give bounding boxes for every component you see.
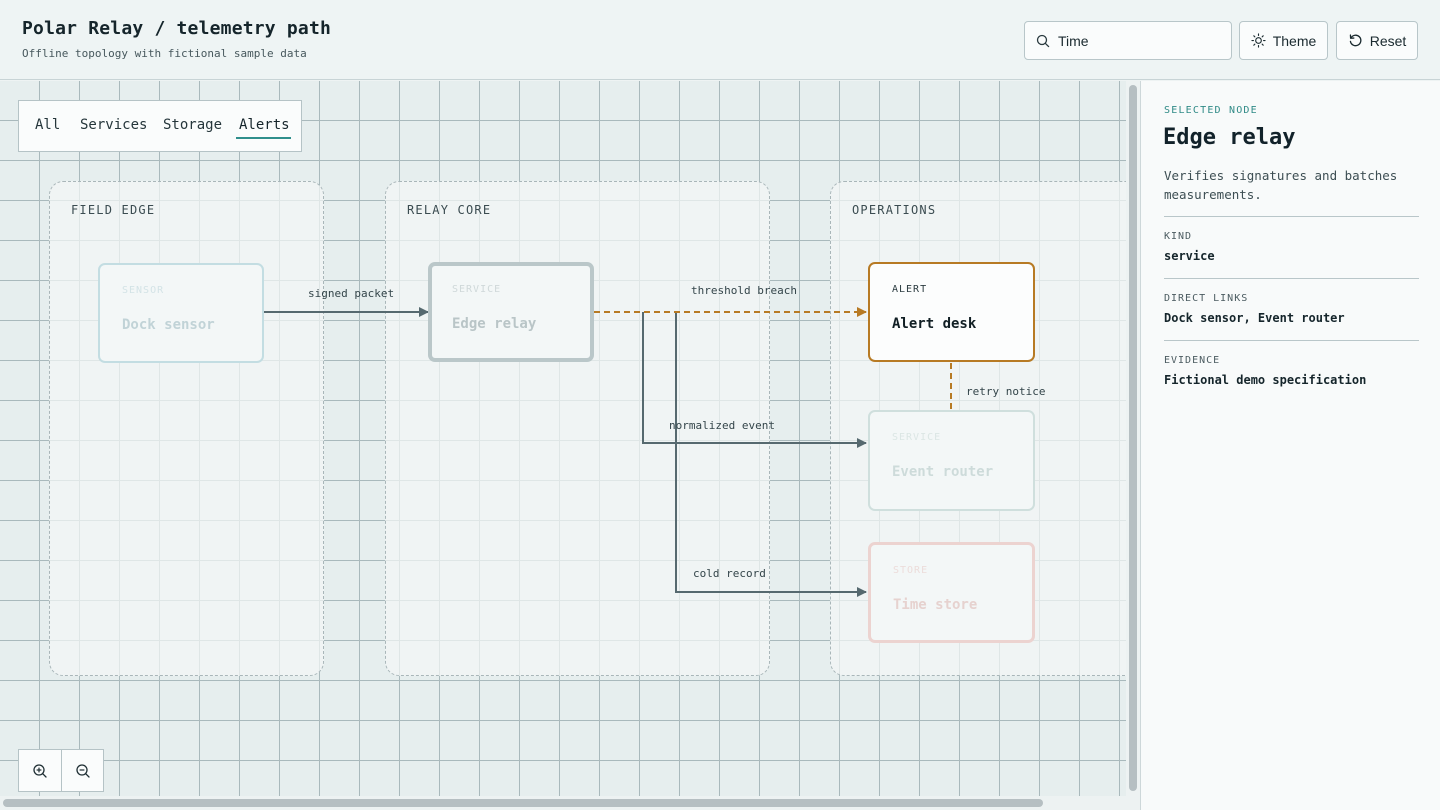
vertical-scrollbar[interactable] xyxy=(1129,85,1137,791)
node-kind: SERVICE xyxy=(892,432,942,443)
theme-button[interactable]: Theme xyxy=(1239,21,1328,60)
kind-value: service xyxy=(1164,249,1215,263)
zoom-in-button[interactable] xyxy=(19,750,61,791)
node-edge-relay[interactable]: SERVICE Edge relay xyxy=(428,262,594,362)
node-kind: SENSOR xyxy=(122,285,165,296)
reset-button[interactable]: Reset xyxy=(1336,21,1418,60)
zoom-controls xyxy=(18,749,104,792)
node-name: Time store xyxy=(893,597,978,613)
node-name: Alert desk xyxy=(892,316,977,332)
node-kind: SERVICE xyxy=(452,284,502,295)
reset-button-label: Reset xyxy=(1369,32,1407,49)
evidence-label: EVIDENCE xyxy=(1164,355,1221,366)
node-name: Event router xyxy=(892,464,994,480)
active-tab-indicator xyxy=(236,137,291,139)
inspector-panel: SELECTED NODE Edge relay Verifies signat… xyxy=(1140,81,1440,810)
inspector-description: Verifies signatures and batches measurem… xyxy=(1164,168,1398,202)
links-label: DIRECT LINKS xyxy=(1164,293,1249,304)
divider xyxy=(1164,340,1419,341)
reset-icon xyxy=(1349,34,1362,47)
node-time-store[interactable]: STORE Time store xyxy=(868,542,1035,643)
page-title: Polar Relay / telemetry path xyxy=(22,18,332,39)
horizontal-scrollbar[interactable] xyxy=(3,799,1043,807)
search-icon xyxy=(1036,34,1050,47)
edge-cold-record xyxy=(675,312,867,597)
tab-services[interactable]: Services xyxy=(80,117,147,133)
page-subtitle: Offline topology with fictional sample d… xyxy=(22,47,307,60)
tab-all[interactable]: All xyxy=(35,117,60,133)
edge-label-retry-notice: retry notice xyxy=(966,385,1046,398)
kind-label: KIND xyxy=(1164,231,1193,242)
theme-button-label: Theme xyxy=(1272,32,1317,49)
links-value: Dock sensor, Event router xyxy=(1164,311,1345,325)
top-bar: Polar Relay / telemetry path Offline top… xyxy=(0,0,1440,80)
node-name: Dock sensor xyxy=(122,317,215,333)
divider xyxy=(1164,278,1419,279)
tab-alerts[interactable]: Alerts xyxy=(239,117,290,133)
zoom-out-button[interactable] xyxy=(61,750,103,791)
edge-label-threshold-breach: threshold breach xyxy=(691,284,797,297)
search-input[interactable]: Time xyxy=(1024,21,1232,60)
edge-label-signed-packet: signed packet xyxy=(308,287,395,300)
search-value: Time xyxy=(1058,32,1089,49)
node-alert-desk[interactable]: ALERT Alert desk xyxy=(868,262,1035,362)
sun-icon xyxy=(1251,33,1266,48)
node-dock-sensor[interactable]: SENSOR Dock sensor xyxy=(98,263,264,363)
inspector-eyebrow: SELECTED NODE xyxy=(1164,105,1258,116)
node-name: Edge relay xyxy=(452,316,537,332)
inspector-title: Edge relay xyxy=(1163,125,1296,150)
node-event-router[interactable]: SERVICE Event router xyxy=(868,410,1035,511)
node-kind: STORE xyxy=(893,565,929,576)
node-kind: ALERT xyxy=(892,284,928,295)
tab-storage[interactable]: Storage xyxy=(163,117,222,133)
evidence-value: Fictional demo specification xyxy=(1164,373,1367,387)
divider xyxy=(1164,216,1419,217)
filter-tabs: All Services Storage Alerts xyxy=(18,100,302,152)
edge-label-cold-record: cold record xyxy=(693,567,766,580)
zoom-in-icon xyxy=(33,763,47,778)
topology-canvas[interactable]: FIELD EDGE RELAY CORE OPERATIONS SENSOR … xyxy=(0,81,1126,796)
zoom-out-icon xyxy=(75,763,90,778)
edge-label-normalized-event: normalized event xyxy=(669,419,775,432)
